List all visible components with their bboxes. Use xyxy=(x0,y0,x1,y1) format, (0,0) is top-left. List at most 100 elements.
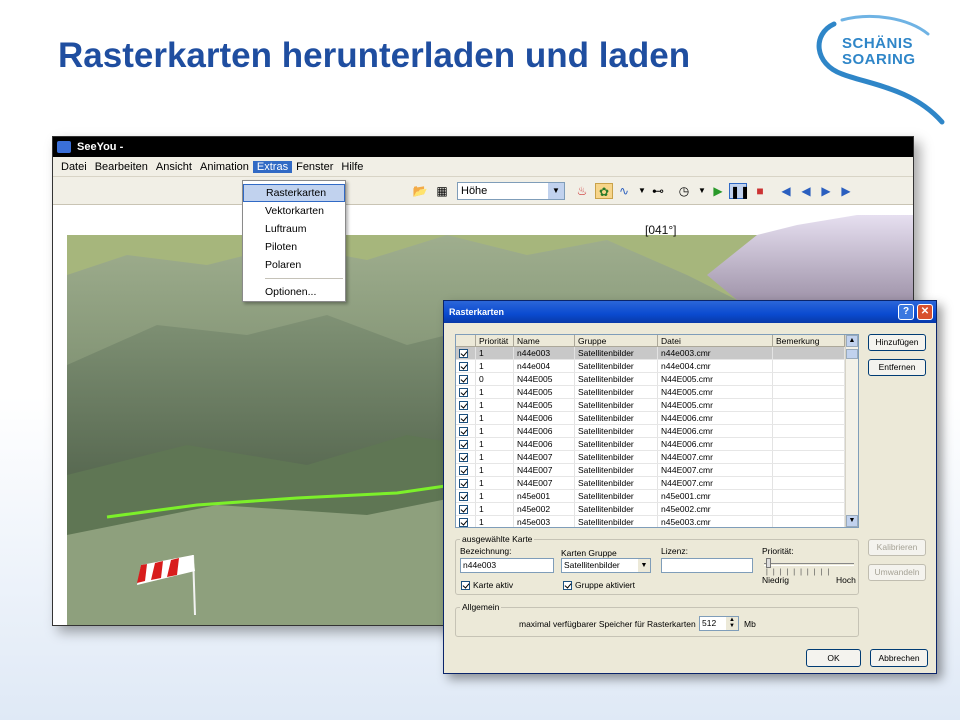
map-group-select[interactable]: Satellitenbilder ▼ xyxy=(561,558,651,573)
spinner-arrows-icon[interactable]: ▲ ▼ xyxy=(726,617,738,630)
license-field[interactable] xyxy=(661,558,753,573)
row-checkbox[interactable] xyxy=(456,399,476,411)
checkbox-checked-icon[interactable] xyxy=(459,414,468,423)
menu-item-optionen[interactable]: Optionen... xyxy=(243,283,345,301)
group-active-checkbox[interactable]: Gruppe aktiviert xyxy=(563,580,635,590)
menu-item-polaren[interactable]: Polaren xyxy=(243,256,345,274)
priority-slider-thumb[interactable] xyxy=(766,558,771,568)
col-header-check[interactable] xyxy=(456,335,476,346)
checkbox-checked-icon[interactable] xyxy=(459,453,468,462)
row-checkbox[interactable] xyxy=(456,438,476,450)
table-row[interactable]: 1 N44E007 Satellitenbilder N44E007.cmr xyxy=(456,477,858,490)
checkbox-checked-icon[interactable] xyxy=(461,580,470,590)
altitude-select[interactable]: Höhe ▼ xyxy=(457,182,565,200)
menu-datei[interactable]: Datei xyxy=(57,161,91,173)
table-row[interactable]: 1 N44E006 Satellitenbilder N44E006.cmr xyxy=(456,425,858,438)
checkbox-checked-icon[interactable] xyxy=(459,505,468,514)
table-row[interactable]: 1 N44E007 Satellitenbilder N44E007.cmr xyxy=(456,464,858,477)
priority-slider-track[interactable] xyxy=(764,563,854,566)
cancel-button[interactable]: Abbrechen xyxy=(870,649,928,667)
row-checkbox[interactable] xyxy=(456,490,476,502)
scale-icon[interactable]: ⊷ xyxy=(649,183,667,199)
menu-ansicht[interactable]: Ansicht xyxy=(152,161,196,173)
checkbox-checked-icon[interactable] xyxy=(459,479,468,488)
row-checkbox[interactable] xyxy=(456,451,476,463)
checkbox-checked-icon[interactable] xyxy=(459,349,468,358)
image-icon[interactable]: ▦ xyxy=(433,183,451,199)
row-checkbox[interactable] xyxy=(456,464,476,476)
rewind-icon[interactable]: ◀ xyxy=(777,183,795,199)
row-checkbox[interactable] xyxy=(456,425,476,437)
chevron-down-icon[interactable]: ▼ xyxy=(548,183,564,199)
row-checkbox[interactable] xyxy=(456,412,476,424)
colors-icon[interactable]: ♨ xyxy=(573,183,591,199)
table-row[interactable]: 1 n45e001 Satellitenbilder n45e001.cmr xyxy=(456,490,858,503)
add-button[interactable]: Hinzufügen xyxy=(868,334,926,351)
row-checkbox[interactable] xyxy=(456,347,476,359)
col-header-name[interactable]: Name xyxy=(514,335,575,346)
scroll-up-icon[interactable]: ▲ xyxy=(846,335,858,347)
remove-button[interactable]: Entfernen xyxy=(868,359,926,376)
menu-extras[interactable]: Extras xyxy=(252,160,293,173)
checkbox-checked-icon[interactable] xyxy=(563,580,572,590)
row-checkbox[interactable] xyxy=(456,516,476,527)
graph-icon[interactable]: ∿ xyxy=(615,183,633,199)
table-row[interactable]: 1 N44E006 Satellitenbilder N44E006.cmr xyxy=(456,438,858,451)
menu-item-vektorkarten[interactable]: Vektorkarten xyxy=(243,202,345,220)
maps-table[interactable]: Priorität Name Gruppe Datei Bemerkung 1n… xyxy=(455,334,859,528)
step-back-icon[interactable]: ◀ xyxy=(797,183,815,199)
menu-item-luftraum[interactable]: Luftraum xyxy=(243,220,345,238)
row-checkbox[interactable] xyxy=(456,477,476,489)
close-button[interactable]: ✕ xyxy=(917,304,933,320)
map-active-checkbox[interactable]: Karte aktiv xyxy=(461,580,513,590)
checkbox-checked-icon[interactable] xyxy=(459,362,468,371)
stop-icon[interactable]: ■ xyxy=(751,183,769,199)
menu-hilfe[interactable]: Hilfe xyxy=(337,161,367,173)
name-field[interactable]: n44e003 xyxy=(460,558,554,573)
row-checkbox[interactable] xyxy=(456,373,476,385)
menu-item-rasterkarten[interactable]: Rasterkarten xyxy=(243,184,345,202)
open-folder-icon[interactable]: 📂 xyxy=(411,183,429,199)
table-row[interactable]: 0 N44E005 Satellitenbilder N44E005.cmr xyxy=(456,373,858,386)
col-header-gruppe[interactable]: Gruppe xyxy=(575,335,658,346)
scroll-down-icon[interactable]: ▼ xyxy=(846,515,858,527)
table-row[interactable]: 1 n45e002 Satellitenbilder n45e002.cmr xyxy=(456,503,858,516)
pause-icon[interactable]: ❚❚ xyxy=(729,183,750,199)
table-scrollbar[interactable]: ▲ ▼ xyxy=(845,335,858,527)
chevron-down-icon[interactable]: ▼ xyxy=(638,559,650,572)
help-button[interactable]: ? xyxy=(898,304,914,320)
convert-button[interactable]: Umwandeln xyxy=(868,564,926,581)
col-header-prioritaet[interactable]: Priorität xyxy=(476,335,514,346)
ok-button[interactable]: OK xyxy=(806,649,861,667)
play-icon[interactable]: ▶ xyxy=(709,183,727,199)
fast-forward-icon[interactable]: ▶ xyxy=(837,183,855,199)
menu-fenster[interactable]: Fenster xyxy=(292,161,337,173)
col-header-bemerkung[interactable]: Bemerkung xyxy=(773,335,845,346)
step-forward-icon[interactable]: ▶ xyxy=(817,183,835,199)
menu-item-piloten[interactable]: Piloten xyxy=(243,238,345,256)
checkbox-checked-icon[interactable] xyxy=(459,401,468,410)
table-row[interactable]: 1 n44e004 Satellitenbilder n44e004.cmr xyxy=(456,360,858,373)
checkbox-checked-icon[interactable] xyxy=(459,518,468,527)
memory-spinner[interactable]: 512 ▲ ▼ xyxy=(699,616,739,631)
checkbox-checked-icon[interactable] xyxy=(459,466,468,475)
clock-icon[interactable]: ◷ xyxy=(675,183,693,199)
menu-animation[interactable]: Animation xyxy=(196,161,253,173)
table-row[interactable]: 1 n44e003 Satellitenbilder n44e003.cmr xyxy=(456,347,858,360)
checkbox-checked-icon[interactable] xyxy=(459,492,468,501)
checkbox-checked-icon[interactable] xyxy=(459,440,468,449)
table-row[interactable]: 1 N44E006 Satellitenbilder N44E006.cmr xyxy=(456,412,858,425)
terrain-icon[interactable]: ✿ xyxy=(595,183,613,199)
calibrate-button[interactable]: Kalibrieren xyxy=(868,539,926,556)
checkbox-checked-icon[interactable] xyxy=(459,388,468,397)
table-row[interactable]: 1 N44E005 Satellitenbilder N44E005.cmr xyxy=(456,386,858,399)
scroll-thumb[interactable] xyxy=(846,349,858,359)
row-checkbox[interactable] xyxy=(456,503,476,515)
table-row[interactable]: 1 N44E007 Satellitenbilder N44E007.cmr xyxy=(456,451,858,464)
checkbox-checked-icon[interactable] xyxy=(459,427,468,436)
row-checkbox[interactable] xyxy=(456,360,476,372)
checkbox-checked-icon[interactable] xyxy=(459,375,468,384)
table-row[interactable]: 1 n45e003 Satellitenbilder n45e003.cmr xyxy=(456,516,858,527)
row-checkbox[interactable] xyxy=(456,386,476,398)
menu-bearbeiten[interactable]: Bearbeiten xyxy=(91,161,152,173)
